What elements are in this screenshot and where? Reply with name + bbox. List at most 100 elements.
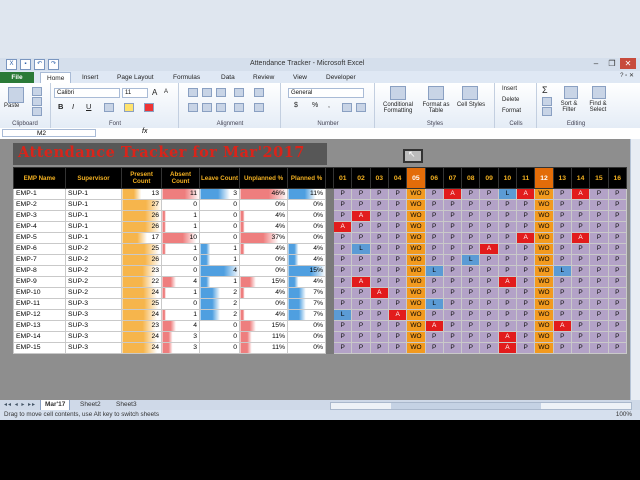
attendance-cell[interactable]: A: [497, 342, 518, 354]
attendance-cell[interactable]: P: [442, 265, 463, 277]
attendance-cell[interactable]: P: [570, 331, 591, 343]
excel-icon[interactable]: X: [6, 59, 17, 70]
attendance-cell[interactable]: P: [552, 232, 572, 244]
attendance-cell[interactable]: A: [552, 320, 572, 332]
attendance-cell[interactable]: P: [570, 221, 591, 233]
attendance-cell[interactable]: P: [461, 287, 481, 299]
planned-cell[interactable]: 0%: [287, 331, 327, 343]
attendance-cell[interactable]: WO: [534, 199, 554, 211]
unplanned-cell[interactable]: 15%: [239, 276, 289, 288]
attendance-cell[interactable]: P: [442, 331, 463, 343]
attendance-cell[interactable]: P: [424, 188, 444, 200]
attendance-cell[interactable]: P: [351, 331, 371, 343]
name-box[interactable]: M2: [2, 129, 96, 137]
leave-cell[interactable]: 1: [199, 243, 241, 255]
attendance-cell[interactable]: P: [442, 298, 463, 310]
tab-review[interactable]: Review: [253, 72, 274, 83]
supervisor-cell[interactable]: SUP-3: [65, 309, 123, 321]
sheet-tab-sheet2[interactable]: Sheet2: [76, 400, 105, 410]
attendance-cell[interactable]: P: [387, 276, 408, 288]
attendance-cell[interactable]: P: [552, 243, 572, 255]
attendance-cell[interactable]: P: [479, 342, 499, 354]
attendance-cell[interactable]: L: [424, 298, 444, 310]
attendance-cell[interactable]: P: [351, 254, 371, 266]
attendance-cell[interactable]: P: [570, 243, 591, 255]
attendance-cell[interactable]: P: [607, 243, 628, 255]
present-cell[interactable]: 22: [121, 276, 163, 288]
day-header[interactable]: 11: [516, 167, 536, 189]
attendance-cell[interactable]: WO: [406, 276, 426, 288]
tab-view[interactable]: View: [293, 72, 307, 83]
planned-cell[interactable]: 0%: [287, 232, 327, 244]
absent-cell[interactable]: 1: [161, 221, 201, 233]
attendance-cell[interactable]: WO: [534, 320, 554, 332]
paste-button[interactable]: Paste: [4, 103, 19, 109]
present-cell[interactable]: 23: [121, 265, 163, 277]
attendance-cell[interactable]: A: [333, 221, 353, 233]
tab-developer[interactable]: Developer: [326, 72, 356, 83]
attendance-cell[interactable]: P: [461, 331, 481, 343]
fx-icon[interactable]: fx: [142, 128, 147, 135]
absent-cell[interactable]: 0: [161, 265, 201, 277]
unplanned-cell[interactable]: 4%: [239, 221, 289, 233]
attendance-cell[interactable]: P: [479, 221, 499, 233]
align-left-icon[interactable]: [188, 103, 198, 112]
currency-button[interactable]: $: [294, 102, 298, 109]
attendance-cell[interactable]: P: [607, 298, 628, 310]
attendance-cell[interactable]: P: [333, 210, 353, 222]
attendance-cell[interactable]: P: [552, 287, 572, 299]
attendance-cell[interactable]: P: [552, 188, 572, 200]
attendance-cell[interactable]: P: [369, 243, 389, 255]
emp-name-cell[interactable]: EMP-2: [12, 199, 67, 211]
supervisor-cell[interactable]: SUP-1: [65, 221, 123, 233]
delete-cells-button[interactable]: Delete: [502, 97, 519, 103]
day-header[interactable]: 08: [461, 167, 481, 189]
attendance-cell[interactable]: P: [387, 232, 408, 244]
attendance-cell[interactable]: P: [589, 331, 609, 343]
horizontal-scrollbar[interactable]: [330, 402, 632, 410]
attendance-cell[interactable]: P: [497, 210, 518, 222]
close-icon[interactable]: ✕: [620, 58, 636, 69]
leave-cell[interactable]: 0: [199, 331, 241, 343]
attendance-cell[interactable]: P: [479, 188, 499, 200]
attendance-cell[interactable]: P: [369, 265, 389, 277]
attendance-cell[interactable]: P: [479, 199, 499, 211]
attendance-cell[interactable]: P: [516, 287, 536, 299]
attendance-cell[interactable]: A: [351, 210, 371, 222]
attendance-cell[interactable]: WO: [534, 309, 554, 321]
attendance-cell[interactable]: P: [387, 320, 408, 332]
attendance-cell[interactable]: P: [516, 276, 536, 288]
column-header[interactable]: Supervisor: [65, 167, 123, 189]
absent-cell[interactable]: 1: [161, 243, 201, 255]
underline-button[interactable]: U: [86, 102, 91, 111]
attendance-cell[interactable]: A: [516, 232, 536, 244]
column-header[interactable]: Leave Count: [199, 167, 241, 189]
clear-icon[interactable]: [542, 107, 552, 116]
redo-icon[interactable]: ↷: [48, 59, 59, 70]
attendance-cell[interactable]: WO: [406, 265, 426, 277]
attendance-cell[interactable]: P: [461, 210, 481, 222]
attendance-cell[interactable]: P: [387, 265, 408, 277]
attendance-cell[interactable]: WO: [534, 287, 554, 299]
align-bottom-icon[interactable]: [216, 88, 226, 97]
attendance-cell[interactable]: P: [461, 342, 481, 354]
attendance-cell[interactable]: P: [442, 210, 463, 222]
attendance-cell[interactable]: A: [497, 331, 518, 343]
attendance-cell[interactable]: A: [351, 276, 371, 288]
shrink-font-button[interactable]: A: [164, 89, 168, 95]
cell-styles-button[interactable]: Cell Styles: [456, 102, 486, 108]
attendance-cell[interactable]: WO: [534, 254, 554, 266]
present-cell[interactable]: 27: [121, 199, 163, 211]
day-header[interactable]: 09: [479, 167, 499, 189]
attendance-cell[interactable]: P: [442, 199, 463, 211]
column-header[interactable]: Unplanned %: [239, 167, 289, 189]
tab-insert[interactable]: Insert: [82, 72, 98, 83]
attendance-cell[interactable]: P: [369, 254, 389, 266]
planned-cell[interactable]: 4%: [287, 276, 327, 288]
attendance-cell[interactable]: P: [461, 276, 481, 288]
unplanned-cell[interactable]: 0%: [239, 265, 289, 277]
attendance-cell[interactable]: P: [516, 254, 536, 266]
attendance-cell[interactable]: P: [333, 331, 353, 343]
absent-cell[interactable]: 10: [161, 232, 201, 244]
planned-cell[interactable]: 0%: [287, 320, 327, 332]
